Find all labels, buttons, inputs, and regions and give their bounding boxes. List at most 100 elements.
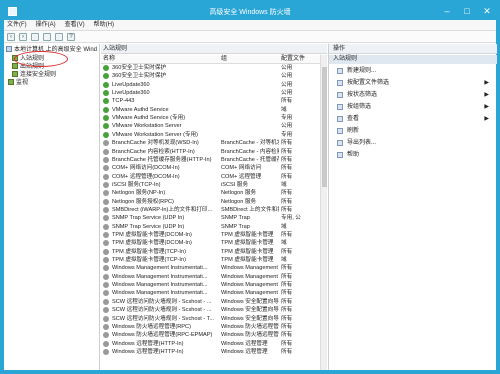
action-item[interactable]: 新建规则... (329, 66, 497, 76)
back-icon[interactable]: ‹ (7, 32, 15, 41)
rule-profile: 所有 (281, 332, 293, 339)
table-row[interactable]: COM+ 远程管理(DCOM-In) COM+ 远程管理 所有 (101, 173, 320, 181)
table-row[interactable]: TPM 虚拟智能卡管理(TCP-In) TPM 虚拟智能卡管理 所有 (101, 248, 320, 256)
table-row[interactable]: VMware Authd Service 域 (101, 106, 320, 114)
col-profile[interactable]: 配置文件 (281, 56, 305, 63)
rule-name: SCW 远程访问防火墙规则 - Svchost - T... (112, 315, 215, 322)
table-row[interactable]: Netlogon 服务(NP-In) Netlogon 服务 所有 (101, 189, 320, 197)
enabled-icon (103, 73, 109, 80)
rule-name: COM+ 远程管理(DCOM-In) (112, 173, 180, 180)
action-item[interactable]: 查看 ▶ (329, 114, 497, 124)
table-row[interactable]: Netlogon 服务授权(RPC) Netlogon 服务 所有 (101, 198, 320, 206)
action-item[interactable]: 按配置文件筛选 ▶ (329, 78, 497, 88)
table-row[interactable]: SNMP Trap Service (UDP In) SNMP Trap 域 (101, 223, 320, 231)
maximize-button[interactable]: □ (462, 6, 472, 16)
properties-icon[interactable] (55, 32, 63, 41)
rule-group: Windows 防火墙远程管理 (221, 323, 279, 330)
highlight-circle (14, 51, 68, 67)
menu-view[interactable]: 查看(V) (65, 20, 85, 30)
rule-group: iSCSI 服务 (221, 181, 249, 188)
action-item[interactable]: 刷新 (329, 126, 497, 136)
scrollbar-thumb[interactable] (322, 67, 327, 187)
table-row[interactable]: COM+ 网络访问(DCOM-In) COM+ 网络访问 所有 (101, 164, 320, 172)
forward-icon[interactable]: › (19, 32, 27, 41)
rule-name: Windows Management Instrumentati... (112, 273, 208, 280)
table-row[interactable]: SCW 远程访问防火墙规则 - Scshost - ... Windows 安全配… (101, 298, 320, 306)
minimize-button[interactable]: – (442, 6, 452, 16)
rule-group: BranchCache - 内容检索... (221, 148, 279, 155)
close-button[interactable]: ✕ (482, 6, 492, 16)
table-row[interactable]: SCW 远程访问防火墙规则 - Svchost - T... Windows 安全… (101, 315, 320, 323)
table-row[interactable]: Windows Management Instrumentati... Windo… (101, 273, 320, 281)
rule-name: VMware Authd Service (112, 106, 169, 113)
window-title: 高级安全 Windows 防火墙 (209, 9, 291, 16)
rule-profile: 域 (281, 223, 287, 230)
rule-group: Windows 安全配置向导 (221, 315, 279, 322)
table-row[interactable]: TPM 虚拟智能卡管理(DCOM-In) TPM 虚拟智能卡管理 所有 (101, 231, 320, 239)
action-item[interactable]: 帮助 (329, 150, 497, 160)
table-row[interactable]: Windows 远程管理(HTTP-In) Windows 远程管理 所有 (101, 348, 320, 356)
table-row[interactable]: TCP-443 所有 (101, 97, 320, 105)
menu-action[interactable]: 操作(A) (36, 20, 56, 30)
rule-profile: 专用 (281, 131, 293, 138)
table-row[interactable]: TPM 虚拟智能卡管理(TCP-In) TPM 虚拟智能卡管理域 (101, 256, 320, 264)
col-group[interactable]: 组 (221, 56, 227, 63)
tree-item-connection-security[interactable]: 连接安全规则 (12, 71, 56, 79)
table-row[interactable]: BranchCache 对等机发现(WSD-In) BranchCache - 对… (101, 139, 320, 147)
rule-name: LiveUpdate360 (112, 81, 150, 88)
action-item[interactable]: 导出列表... (329, 138, 497, 148)
up-icon[interactable] (31, 32, 39, 41)
refresh-icon[interactable] (43, 32, 51, 41)
action-item[interactable]: 按状态筛选 ▶ (329, 90, 497, 100)
menu-file[interactable]: 文件(F) (7, 20, 27, 30)
table-row[interactable]: Windows Management Instrumentati... Windo… (101, 289, 320, 297)
enabled-icon (103, 81, 109, 88)
filter-profile-icon (337, 80, 343, 86)
help-icon[interactable]: ? (67, 32, 75, 41)
disabled-icon (103, 265, 109, 272)
table-row[interactable]: Windows Management Instrumentati... Windo… (101, 264, 320, 272)
rule-name: Netlogon 服务授权(RPC) (112, 198, 174, 205)
enabled-icon (103, 131, 109, 138)
vertical-scrollbar[interactable] (320, 55, 327, 370)
column-header: 名称 组 配置文件 (101, 55, 320, 64)
disabled-icon (103, 148, 109, 155)
rule-group: Windows Management Instr... (221, 290, 279, 297)
col-name[interactable]: 名称 (103, 56, 115, 63)
rule-group: TPM 虚拟智能卡管理 (221, 257, 274, 264)
rules-pane: 入站规则 名称 组 配置文件 360安全卫士实时保护 公用 360安全卫士实时保护公… (101, 44, 327, 370)
actions-section-inbound[interactable]: 入站规则 (329, 55, 497, 64)
table-row[interactable]: Windows 防火墙远程管理(RPC-EPMAP) Windows 防火墙远程管… (101, 331, 320, 339)
rule-group: SNMP Trap (221, 215, 250, 222)
table-row[interactable]: SMBDirect (iWARP-In)上的文件和打印... SMBDirect … (101, 206, 320, 214)
table-row[interactable]: LiveUpdate360 公用 (101, 89, 320, 97)
table-row[interactable]: Windows 远程管理(HTTP-In) Windows 远程管理 所有 (101, 340, 320, 348)
table-row[interactable]: SNMP Trap Service (UDP In) SNMP Trap 专用, 公 (101, 214, 320, 222)
table-row[interactable]: Windows 防火墙远程管理(RPC) Windows 防火墙远程管理 所有 (101, 323, 320, 331)
action-item[interactable]: 按组筛选 ▶ (329, 102, 497, 112)
rule-name: Windows 远程管理(HTTP-In) (112, 348, 184, 355)
table-row[interactable]: BranchCache 内容检索(HTTP-In) BranchCache - 内… (101, 148, 320, 156)
table-row[interactable]: 360安全卫士实时保护 公用 (101, 64, 320, 72)
monitoring-icon (8, 79, 14, 85)
rule-name: 360安全卫士实时保护 (112, 65, 167, 71)
rule-group: Windows 安全配置向导 (221, 298, 279, 305)
table-row[interactable]: BranchCache 托管缓存服务器(HTTP-In) BranchCache … (101, 156, 320, 164)
table-row[interactable]: SCW 远程访问防火墙规则 - Scshost - ... Windows 安全配… (101, 306, 320, 314)
table-row[interactable]: 360安全卫士实时保护 公用 (101, 72, 320, 80)
table-row[interactable]: LiveUpdate360 公用 (101, 81, 320, 89)
action-label: 按配置文件筛选 (347, 80, 390, 86)
submenu-arrow-icon: ▶ (484, 116, 489, 122)
disabled-icon (103, 290, 109, 297)
menu-help[interactable]: 帮助(H) (94, 20, 114, 30)
table-row[interactable]: VMware Workstation Server 公用 (101, 122, 320, 130)
tree-item-monitoring[interactable]: 监视 (8, 79, 28, 87)
rule-name: COM+ 网络访问(DCOM-In) (112, 165, 180, 172)
table-row[interactable]: TPM 虚拟智能卡管理(DCOM-In) TPM 虚拟智能卡管理域 (101, 239, 320, 247)
rule-profile: 所有 (281, 190, 293, 197)
rule-name: TPM 虚拟智能卡管理(DCOM-In) (112, 240, 192, 247)
table-row[interactable]: Windows Management Instrumentati... Windo… (101, 281, 320, 289)
table-row[interactable]: VMware Authd Service (专用) 专用 (101, 114, 320, 122)
table-row[interactable]: VMware Workstation Server (专用) 专用 (101, 131, 320, 139)
table-row[interactable]: iSCSI 服务(TCP-In) iSCSI 服务 域 (101, 181, 320, 189)
